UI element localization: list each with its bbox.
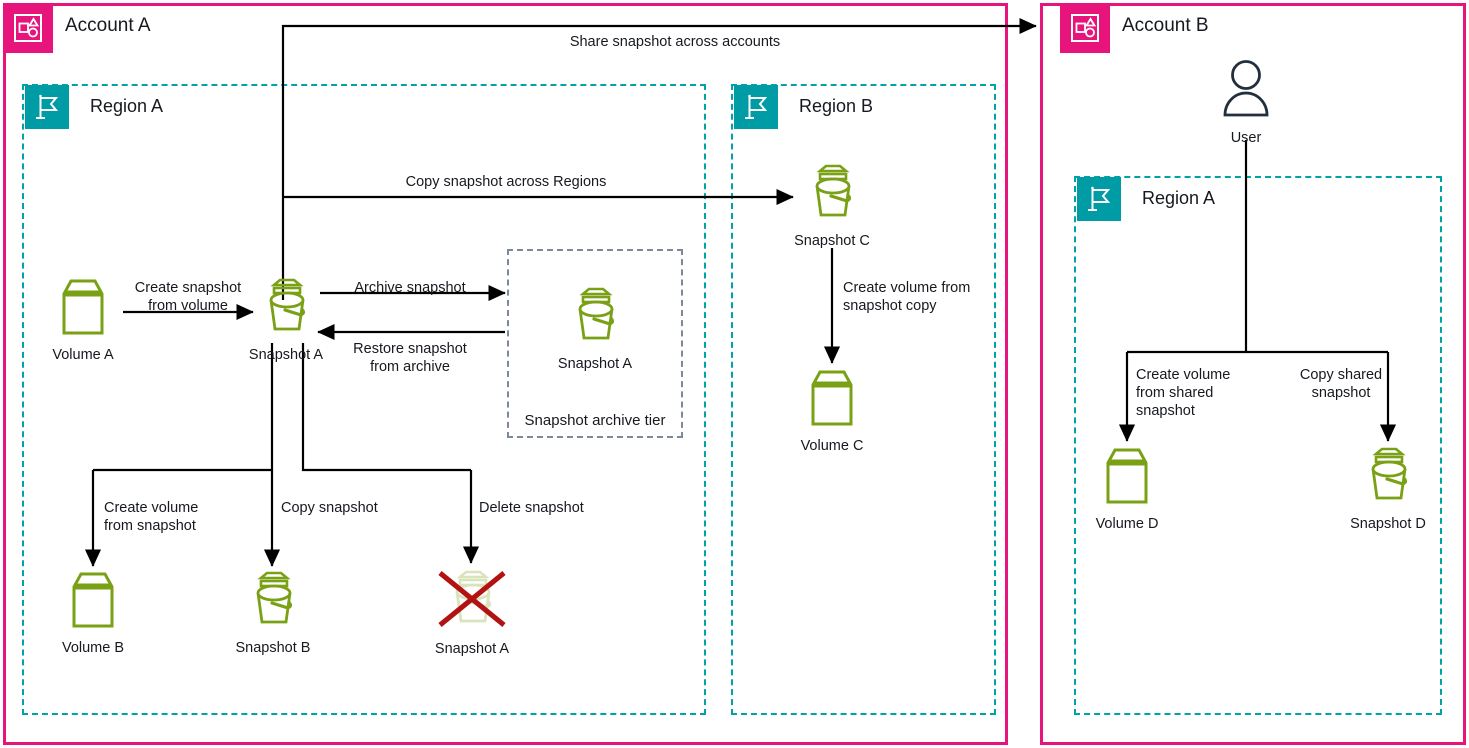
edge-label-create-volume-from-snapshot-copy: Create volume from snapshot copy [843, 280, 971, 315]
node-label: Snapshot A [248, 347, 324, 363]
edge-label-copy-shared-snapshot: Copy shared snapshot [1299, 367, 1383, 402]
edge-label-copy-snapshot: Copy snapshot [281, 500, 378, 516]
node-label: Snapshot A [434, 641, 510, 657]
region-flag-icon [25, 85, 69, 129]
node-label: Snapshot B [235, 640, 311, 656]
snapshot-archive-tier-label: Snapshot archive tier [524, 412, 666, 429]
node-label: Volume C [800, 438, 864, 454]
node-label: User [1230, 130, 1262, 146]
snapshot-icon [804, 163, 860, 228]
node-volume-d[interactable]: Volume D [1087, 446, 1167, 533]
node-user[interactable]: User [1206, 58, 1286, 147]
node-label: Volume D [1095, 516, 1159, 532]
edge-label-archive-snapshot: Archive snapshot [354, 280, 466, 296]
diagram-canvas: Account A Region A Region B Snapshot arc… [0, 0, 1469, 748]
edge-label-create-volume-from-shared-snapshot: Create volume from shared snapshot [1136, 367, 1231, 420]
node-snapshot-a-archived[interactable]: Snapshot A [555, 286, 635, 373]
edge-label-share-across-accounts: Share snapshot across accounts [569, 34, 781, 50]
node-snapshot-a-deleted[interactable]: Snapshot A [432, 567, 512, 658]
region-b-acct-a-title: Region B [799, 96, 874, 116]
snapshot-deleted-icon [433, 567, 511, 636]
edge-label-restore-snapshot-from-archive: Restore snapshot from archive [353, 341, 467, 376]
account-b-title: Account B [1122, 15, 1209, 36]
edge-label-create-snapshot-from-volume: Create snapshot from volume [134, 280, 242, 315]
node-label: Snapshot A [557, 356, 633, 372]
region-flag-icon [1077, 177, 1121, 221]
edge-label-create-volume-from-snapshot: Create volume from snapshot [104, 500, 199, 535]
volume-icon [65, 570, 121, 635]
edge-label-delete-snapshot: Delete snapshot [479, 500, 584, 516]
node-label: Snapshot C [794, 233, 870, 249]
node-volume-c[interactable]: Volume C [792, 368, 872, 455]
snapshot-icon [567, 286, 623, 351]
region-a-acct-b-title: Region A [1142, 188, 1216, 208]
edge-label-copy-across-regions: Copy snapshot across Regions [405, 174, 607, 190]
snapshot-icon [245, 570, 301, 635]
account-a-title: Account A [65, 15, 151, 36]
node-volume-a[interactable]: Volume A [43, 277, 123, 364]
node-label: Volume B [61, 640, 125, 656]
node-volume-b[interactable]: Volume B [53, 570, 133, 657]
volume-icon [1099, 446, 1155, 511]
region-flag-icon [734, 85, 778, 129]
node-snapshot-b[interactable]: Snapshot B [233, 570, 313, 657]
node-snapshot-c[interactable]: Snapshot C [792, 163, 872, 250]
node-snapshot-a[interactable]: Snapshot A [246, 277, 326, 364]
account-icon [1060, 3, 1110, 53]
snapshot-icon [1360, 446, 1416, 511]
snapshot-icon [258, 277, 314, 342]
region-a-acct-a-title: Region A [90, 96, 164, 116]
node-snapshot-d[interactable]: Snapshot D [1348, 446, 1428, 533]
node-label: Snapshot D [1350, 516, 1426, 532]
node-label: Volume A [52, 347, 114, 363]
volume-icon [55, 277, 111, 342]
user-icon [1217, 58, 1275, 125]
volume-icon [804, 368, 860, 433]
account-icon [3, 3, 53, 53]
